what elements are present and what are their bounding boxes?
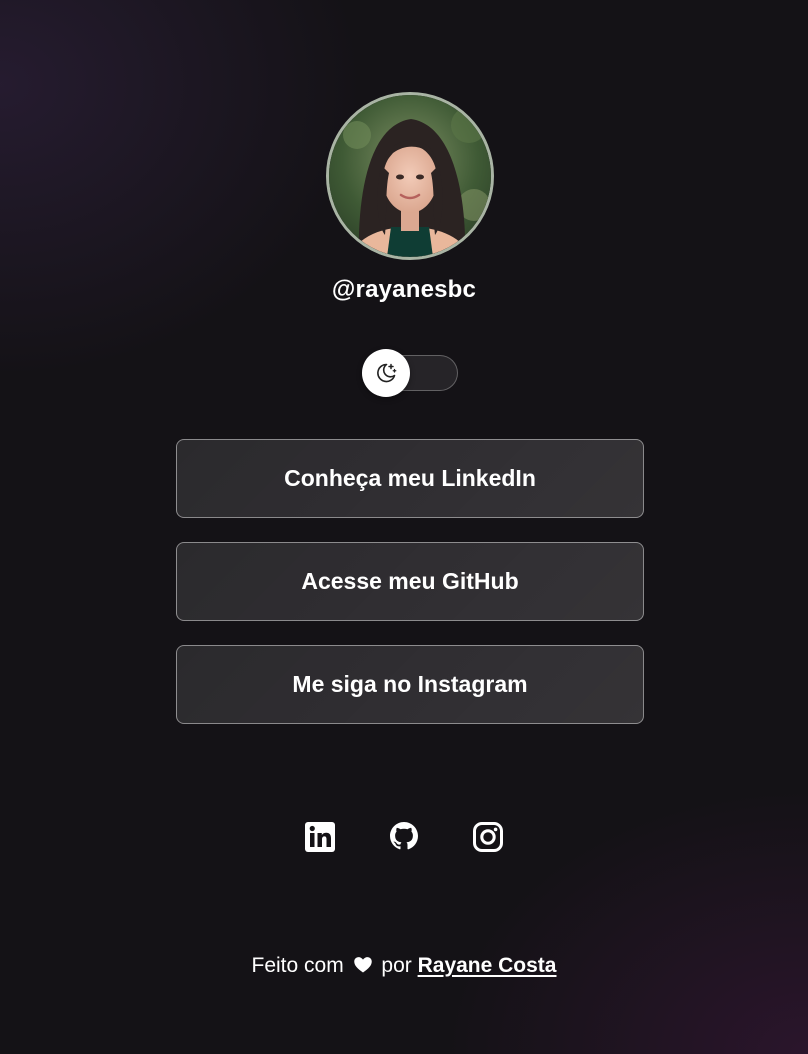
avatar-image <box>329 95 491 257</box>
footer: Feito com por Rayane Costa <box>0 954 808 981</box>
linkedin-link-button[interactable]: Conheça meu LinkedIn <box>176 439 644 518</box>
heart-icon <box>353 955 373 981</box>
page: @rayanesbc Conheça meu LinkedIn Acesse m… <box>0 0 808 1054</box>
avatar <box>326 92 494 260</box>
instagram-icon <box>473 822 503 852</box>
github-icon <box>390 822 418 850</box>
username-handle: @rayanesbc <box>331 276 477 303</box>
github-link-button[interactable]: Acesse meu GitHub <box>176 542 644 621</box>
link-list: Conheça meu LinkedIn Acesse meu GitHub M… <box>176 439 644 748</box>
linkedin-social-link[interactable] <box>304 820 336 854</box>
theme-toggle[interactable] <box>362 349 458 397</box>
footer-prefix: Feito com <box>251 954 344 977</box>
theme-toggle-knob[interactable] <box>362 349 410 397</box>
social-icons <box>0 820 808 854</box>
moon-stars-icon <box>377 363 397 383</box>
instagram-link-button[interactable]: Me siga no Instagram <box>176 645 644 724</box>
instagram-social-link[interactable] <box>472 820 504 854</box>
github-social-link[interactable] <box>388 820 420 854</box>
author-link[interactable]: Rayane Costa <box>418 954 557 977</box>
linkedin-icon <box>305 822 335 852</box>
footer-middle: por <box>381 954 412 977</box>
